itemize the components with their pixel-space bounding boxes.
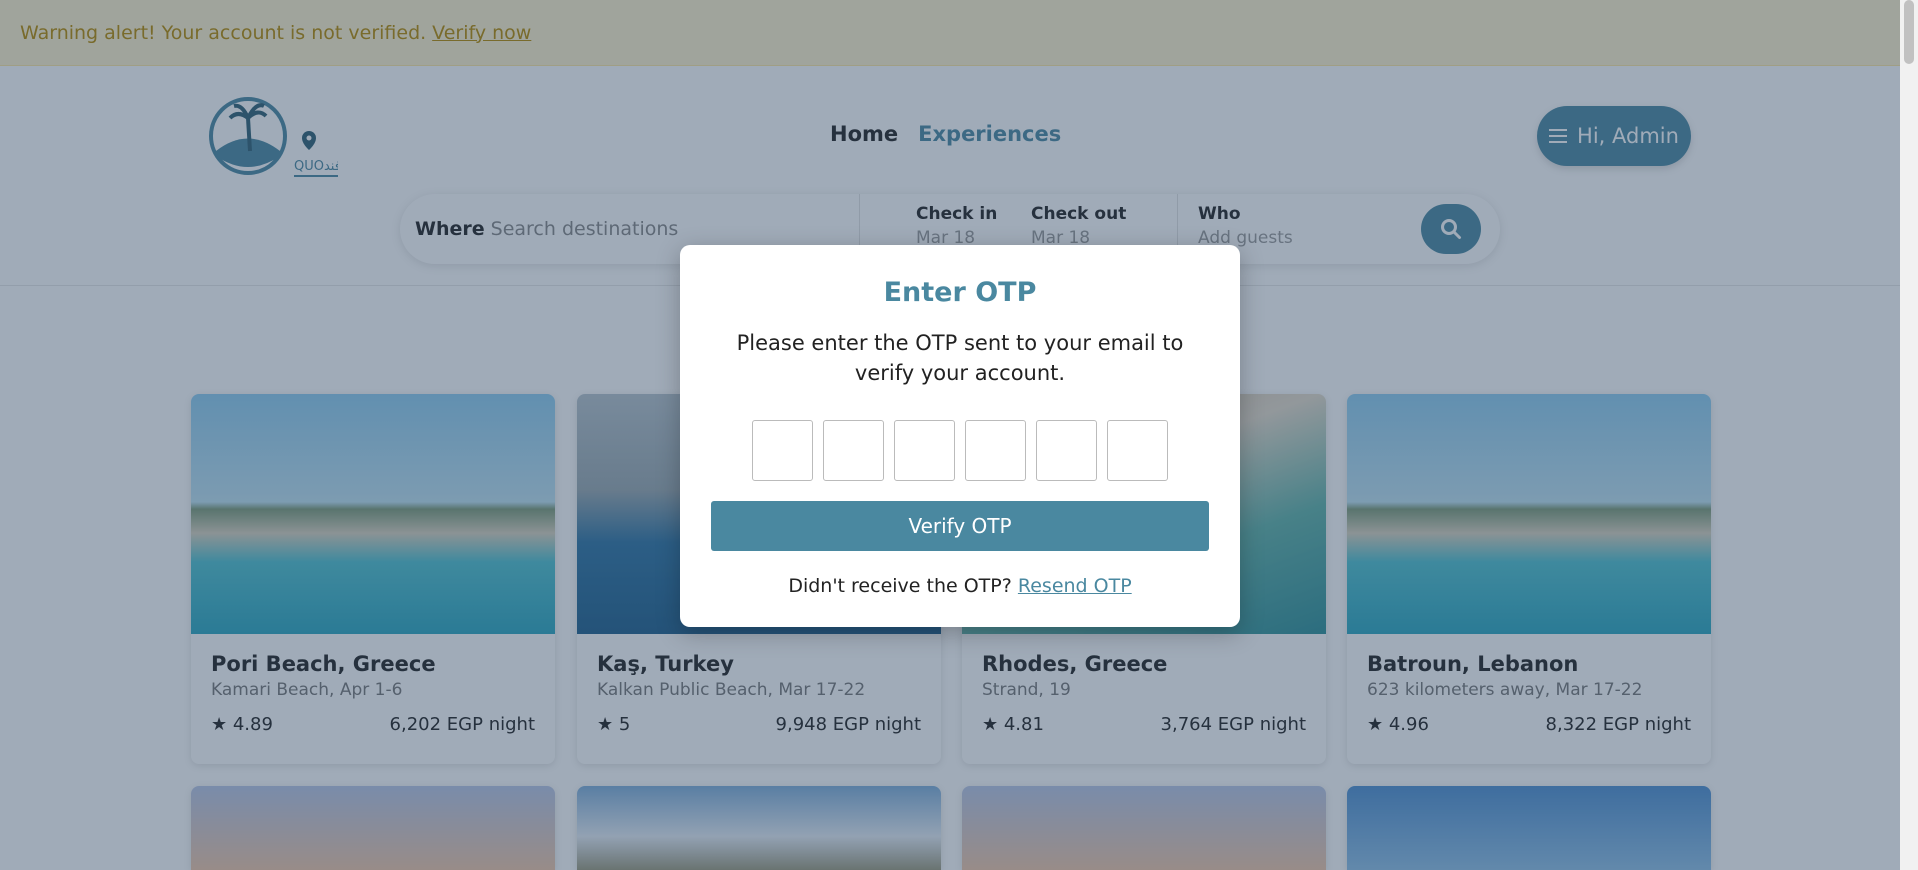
otp-digit-input[interactable] (965, 420, 1026, 481)
resend-otp-link[interactable]: Resend OTP (1018, 575, 1132, 597)
scrollbar-thumb[interactable] (1904, 0, 1914, 64)
otp-digit-input[interactable] (1036, 420, 1097, 481)
resend-row: Didn't receive the OTP? Resend OTP (680, 575, 1240, 597)
otp-digit-input[interactable] (823, 420, 884, 481)
resend-prompt: Didn't receive the OTP? (788, 575, 1012, 597)
modal-description: Please enter the OTP sent to your email … (736, 331, 1184, 385)
verify-otp-button[interactable]: Verify OTP (711, 501, 1209, 551)
otp-digit-input[interactable] (1107, 420, 1168, 481)
otp-digit-input[interactable] (894, 420, 955, 481)
otp-digit-input[interactable] (752, 420, 813, 481)
otp-modal: Enter OTP Please enter the OTP sent to y… (680, 245, 1240, 627)
modal-title: Enter OTP (883, 277, 1037, 308)
otp-inputs (680, 420, 1240, 481)
page-scrollbar[interactable] (1900, 0, 1918, 870)
